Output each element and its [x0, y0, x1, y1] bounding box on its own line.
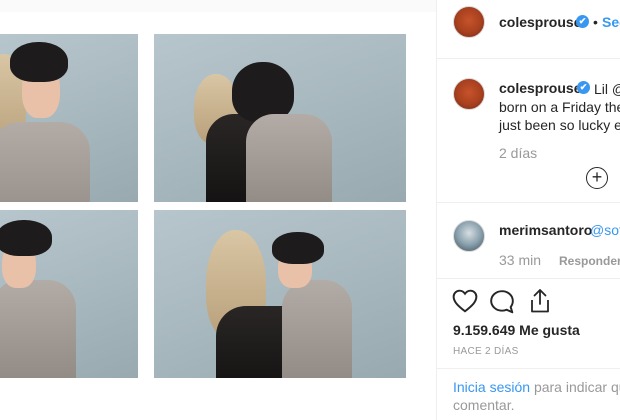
caption-timestamp[interactable]: 2 días [499, 145, 537, 161]
caption-text-line-2: born on a Friday the [499, 99, 620, 115]
caption-text-line-1: Lil @ [594, 81, 620, 97]
author-avatar[interactable] [453, 6, 485, 38]
follow-button[interactable]: Seg [602, 14, 620, 30]
post-sidebar: colesprouse ✔ • Seg colesprouse ✔ Lil @ … [436, 0, 620, 420]
verified-icon: ✔ [577, 81, 590, 94]
comment-timestamp[interactable]: 33 min [499, 252, 541, 268]
login-link[interactable]: Inicia sesión [453, 379, 530, 395]
bullet-separator: • [593, 14, 598, 30]
actions-divider [437, 368, 620, 369]
post-time-ago[interactable]: HACE 2 DÍAS [453, 346, 519, 357]
like-count[interactable]: 9.159.649 Me gusta [453, 322, 580, 338]
login-prompt: Inicia sesión para indicar que comentar. [453, 378, 620, 414]
photo-frame-3 [0, 210, 138, 378]
caption-divider [437, 202, 620, 203]
post-image[interactable] [0, 12, 436, 420]
caption-text-line-3: just been so lucky ev [499, 117, 620, 133]
login-prompt-text: para indicar que [533, 379, 620, 395]
comments-divider [437, 278, 620, 279]
share-icon[interactable] [528, 288, 552, 314]
add-comments-icon[interactable]: + [586, 167, 608, 189]
photo-frame-1 [0, 34, 138, 202]
login-prompt-text-2: comentar. [453, 397, 515, 413]
heart-icon[interactable] [452, 289, 478, 313]
speech-bubble-icon[interactable] [489, 289, 515, 315]
caption-author-avatar[interactable] [453, 78, 485, 110]
photo-frame-4 [154, 210, 406, 378]
post-image-area [0, 0, 436, 420]
author-username[interactable]: colesprouse [499, 14, 581, 30]
commenter-avatar[interactable] [453, 220, 485, 252]
comment-mention[interactable]: @sof [590, 222, 620, 238]
caption-author-username[interactable]: colesprouse [499, 80, 581, 96]
reply-button[interactable]: Responder [559, 254, 620, 268]
commenter-username[interactable]: merimsantoro [499, 222, 592, 238]
header-divider [437, 58, 620, 59]
photo-frame-2 [154, 34, 406, 202]
verified-icon: ✔ [576, 15, 589, 28]
